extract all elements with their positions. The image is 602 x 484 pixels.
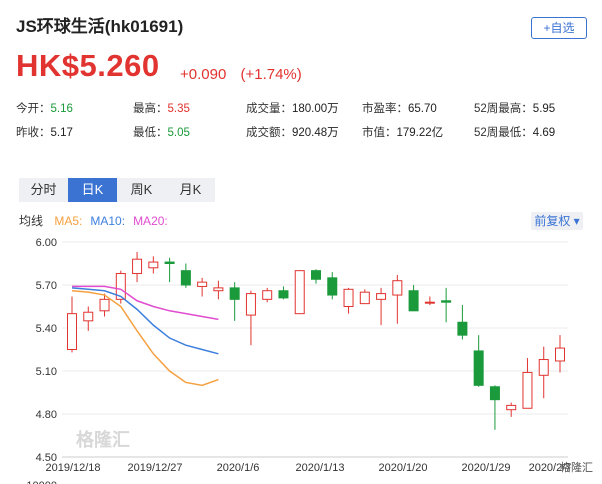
candle-body — [148, 261, 159, 269]
y-tick-label: 5.70 — [36, 280, 57, 292]
y-tick-label: 6.00 — [36, 237, 57, 249]
x-tick-label: 2019/12/18 — [45, 462, 100, 474]
candle-body — [424, 301, 435, 304]
candle-body — [294, 270, 305, 315]
candle-body — [132, 258, 143, 275]
y-tick-label: 5.10 — [36, 366, 57, 378]
candle-body — [164, 261, 175, 265]
candle-body — [213, 287, 224, 292]
candle-body — [376, 293, 387, 300]
candlestick-chart[interactable]: 6.005.705.405.104.804.502019/12/18 2019/1… — [0, 0, 602, 484]
watermark-logo: 格隆汇 — [560, 460, 593, 474]
candle-body — [343, 288, 354, 307]
y-tick-label: 5.40 — [36, 323, 57, 335]
ma10-line — [71, 287, 219, 355]
candle-body — [262, 290, 273, 300]
x-tick-label: 2019/12/27 — [127, 462, 182, 474]
candle-body — [67, 313, 77, 350]
candle-body — [441, 300, 452, 303]
ma20-line — [72, 285, 219, 321]
candle-body — [555, 347, 565, 362]
candle-body — [99, 298, 110, 312]
candle-body — [327, 277, 338, 296]
volume-axis-label: 10000 — [26, 480, 57, 484]
candle-body — [197, 281, 208, 287]
candle-body — [180, 270, 191, 286]
candle-body — [489, 386, 500, 401]
watermark-logo: 格隆汇 — [76, 429, 130, 451]
candle-body — [359, 291, 370, 305]
candle-body — [229, 287, 240, 300]
candle-body — [392, 280, 403, 296]
candle-body — [522, 371, 533, 409]
candle-body — [311, 270, 321, 280]
candle-body — [278, 290, 289, 299]
candle-body — [83, 311, 94, 322]
candle-body — [457, 321, 468, 336]
x-tick-label: 2020/1/6 — [217, 462, 260, 474]
candle-body — [408, 290, 419, 312]
x-tick-label: 2020/1/13 — [296, 462, 345, 474]
x-tick-label: 2020/1/29 — [462, 462, 511, 474]
x-tick-label: 2020/1/20 — [379, 462, 428, 474]
candle-body — [473, 350, 484, 386]
candle-body — [506, 404, 517, 411]
candle-body — [245, 293, 256, 316]
y-tick-label: 4.80 — [36, 409, 57, 421]
candle-body — [538, 359, 549, 376]
